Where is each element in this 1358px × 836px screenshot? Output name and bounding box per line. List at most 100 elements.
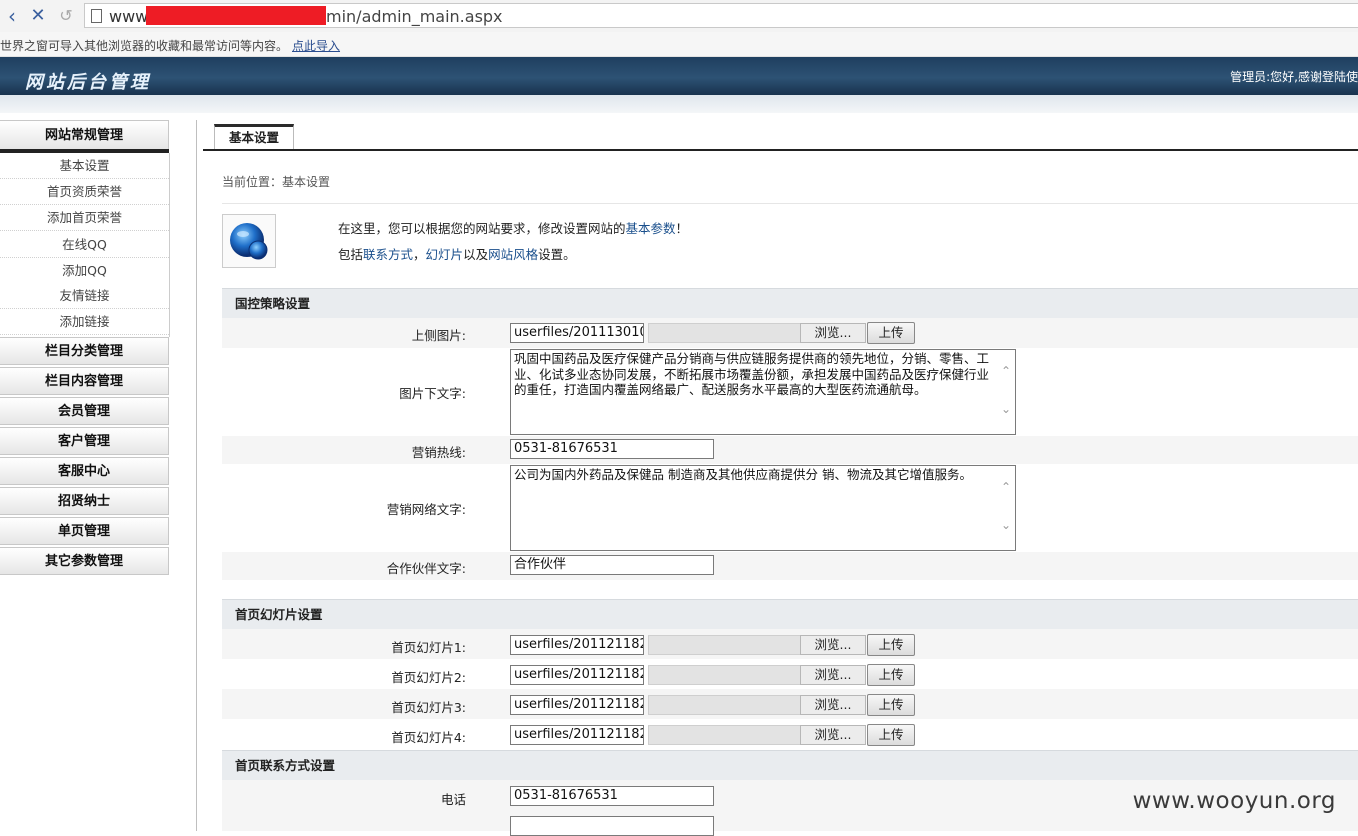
- slide-3-file-input[interactable]: [648, 695, 802, 715]
- network-text: 公司为国内外药品及保健品 制造商及其他供应商提供分 销、物流及其它增值服务。: [514, 467, 972, 482]
- info-text-line1: 在这里，您可以根据您的网站要求，修改设置网站的基本参数！: [338, 218, 688, 237]
- network-label: 营销网络文字:: [386, 502, 466, 517]
- sidebar-item-home-honors[interactable]: 首页资质荣誉: [0, 179, 169, 205]
- import-link[interactable]: 点此导入: [292, 37, 340, 54]
- hotline-input[interactable]: 0531-81676531: [510, 439, 714, 459]
- next-field-input[interactable]: [510, 816, 714, 836]
- sidebar-section-recruit[interactable]: 招贤纳士: [0, 487, 169, 515]
- address-bar[interactable]: www min/admin_main.aspx: [84, 3, 1358, 28]
- section-title-slides: 首页幻灯片设置: [222, 599, 1358, 629]
- url-prefix: www: [109, 7, 149, 26]
- sidebar-section-content[interactable]: 栏目内容管理: [0, 367, 169, 395]
- info-text: ，: [413, 247, 426, 262]
- sidebar-item-add-link[interactable]: 添加链接: [0, 309, 169, 335]
- sidebar-section-pages[interactable]: 单页管理: [0, 517, 169, 545]
- caption-textarea[interactable]: 巩固中国药品及医疗保健产品分销商与供应链服务提供商的领先地位，分销、零售、工业、…: [510, 349, 1016, 435]
- form-row-slide-1: 首页幻灯片1: userfiles/20112118224 浏览... 上传: [222, 629, 1358, 659]
- tab-basic-settings[interactable]: 基本设置: [214, 124, 294, 149]
- scroll-down-icon[interactable]: ⌄: [999, 402, 1013, 418]
- browse-button[interactable]: 浏览...: [800, 323, 866, 343]
- slide-2-path-input[interactable]: userfiles/20112118232: [510, 665, 644, 685]
- partner-label: 合作伙伴文字:: [386, 561, 466, 576]
- upload-button[interactable]: 上传: [867, 634, 915, 656]
- scroll-up-icon[interactable]: ⌃: [999, 480, 1013, 496]
- sidebar-item-add-honor[interactable]: 添加首页荣誉: [0, 205, 169, 231]
- caption-label: 图片下文字:: [399, 386, 466, 401]
- sidebar-section-customers[interactable]: 客户管理: [0, 427, 169, 455]
- slide-3-label: 首页幻灯片3:: [391, 700, 466, 715]
- frame-divider[interactable]: [196, 120, 197, 831]
- admin-header: 网站后台管理 管理员:您好,感谢登陆使: [0, 57, 1358, 95]
- refresh-icon[interactable]: ↺: [54, 4, 78, 28]
- scroll-up-icon[interactable]: ⌃: [999, 364, 1013, 380]
- top-image-label: 上侧图片:: [411, 328, 466, 343]
- form-row-hotline: 营销热线: 0531-81676531: [222, 436, 1358, 464]
- upload-button[interactable]: 上传: [867, 322, 915, 344]
- sidebar-section-service[interactable]: 客服中心: [0, 457, 169, 485]
- browser-toolbar: ‹ ✕ ↺ www min/admin_main.aspx: [0, 0, 1358, 33]
- slide-4-label: 首页幻灯片4:: [391, 730, 466, 745]
- sidebar-submenu: 基本设置 首页资质荣誉 添加首页荣誉 在线QQ 添加QQ 友情链接 添加链接: [0, 153, 170, 337]
- upload-button[interactable]: 上传: [867, 694, 915, 716]
- url-redaction: [146, 6, 326, 25]
- info-text: ！: [675, 221, 689, 236]
- slide-4-file-input[interactable]: [648, 725, 802, 745]
- header-subbar: [0, 95, 1358, 113]
- phone-label: 电话: [440, 792, 466, 807]
- info-text: 在这里，您可以根据您的网站要求，修改设置网站的: [338, 221, 626, 236]
- form-row-slide-4: 首页幻灯片4: userfiles/20112118234 浏览... 上传: [222, 719, 1358, 749]
- browse-button[interactable]: 浏览...: [800, 635, 866, 655]
- form-row-slide-2: 首页幻灯片2: userfiles/20112118232 浏览... 上传: [222, 659, 1358, 689]
- tab-bar: 基本设置: [203, 124, 1358, 151]
- url-suffix: min/admin_main.aspx: [326, 7, 503, 26]
- admin-greeting: 管理员:您好,感谢登陆使: [1230, 70, 1358, 84]
- sidebar-item-online-qq[interactable]: 在线QQ: [0, 232, 169, 258]
- slide-4-path-input[interactable]: userfiles/20112118234: [510, 725, 644, 745]
- info-highlight-contact: 联系方式: [363, 247, 414, 262]
- slide-1-file-input[interactable]: [648, 635, 802, 655]
- sidebar-item-add-qq[interactable]: 添加QQ: [0, 258, 169, 284]
- browse-button[interactable]: 浏览...: [800, 695, 866, 715]
- info-highlight-basic-params: 基本参数: [625, 221, 676, 236]
- network-textarea[interactable]: 公司为国内外药品及保健品 制造商及其他供应商提供分 销、物流及其它增值服务。 ⌃…: [510, 465, 1016, 551]
- info-text-line2: 包括联系方式，幻灯片以及网站风格设置。: [338, 244, 576, 263]
- sidebar-section-other-params[interactable]: 其它参数管理: [0, 547, 169, 575]
- slide-2-label: 首页幻灯片2:: [391, 670, 466, 685]
- form-row-slide-3: 首页幻灯片3: userfiles/20112118233 浏览... 上传: [222, 689, 1358, 719]
- sidebar-section-general[interactable]: 网站常规管理: [0, 120, 169, 150]
- partner-input[interactable]: 合作伙伴: [510, 555, 714, 575]
- upload-button[interactable]: 上传: [867, 664, 915, 686]
- info-highlight-style: 网站风格: [488, 247, 539, 262]
- slide-3-path-input[interactable]: userfiles/20112118233: [510, 695, 644, 715]
- info-highlight-slides: 幻灯片: [425, 247, 464, 262]
- sidebar-item-friend-links[interactable]: 友情链接: [0, 283, 169, 309]
- section-title-strategy: 国控策略设置: [222, 288, 1358, 318]
- form-row-caption: 图片下文字: 巩固中国药品及医疗保健产品分销商与供应链服务提供商的领先地位，分销…: [222, 348, 1358, 436]
- browse-button[interactable]: 浏览...: [800, 665, 866, 685]
- slide-1-path-input[interactable]: userfiles/20112118224: [510, 635, 644, 655]
- import-notice-bar: 世界之窗可导入其他浏览器的收藏和最常访问等内容。 点此导入: [0, 32, 1358, 57]
- back-arrow-icon[interactable]: ‹: [0, 4, 24, 28]
- form-row-partner: 合作伙伴文字: 合作伙伴: [222, 552, 1358, 580]
- info-text: 设置。: [538, 247, 576, 262]
- scroll-down-icon[interactable]: ⌄: [999, 518, 1013, 534]
- page-icon: [91, 9, 102, 23]
- import-notice-text: 世界之窗可导入其他浏览器的收藏和最常访问等内容。: [0, 39, 289, 53]
- sidebar-item-basic-settings[interactable]: 基本设置: [0, 153, 169, 179]
- top-image-path-input[interactable]: userfiles/20111301050: [510, 323, 644, 343]
- info-text: 以及: [463, 247, 489, 262]
- form-row-top-image: 上侧图片: userfiles/20111301050 浏览... 上传: [222, 318, 1358, 348]
- info-text: 包括: [338, 247, 364, 262]
- stop-icon[interactable]: ✕: [26, 4, 50, 28]
- breadcrumb-divider: [222, 203, 1358, 204]
- sidebar-section-category[interactable]: 栏目分类管理: [0, 337, 169, 365]
- upload-button[interactable]: 上传: [867, 724, 915, 746]
- sidebar-section-members[interactable]: 会员管理: [0, 397, 169, 425]
- slide-2-file-input[interactable]: [648, 665, 802, 685]
- site-logo: 网站后台管理: [25, 72, 151, 93]
- browse-button[interactable]: 浏览...: [800, 725, 866, 745]
- top-image-file-input[interactable]: [648, 323, 802, 343]
- phone-input[interactable]: 0531-81676531: [510, 786, 714, 806]
- breadcrumb: 当前位置：基本设置: [222, 175, 331, 189]
- watermark: www.wooyun.org: [1132, 788, 1336, 814]
